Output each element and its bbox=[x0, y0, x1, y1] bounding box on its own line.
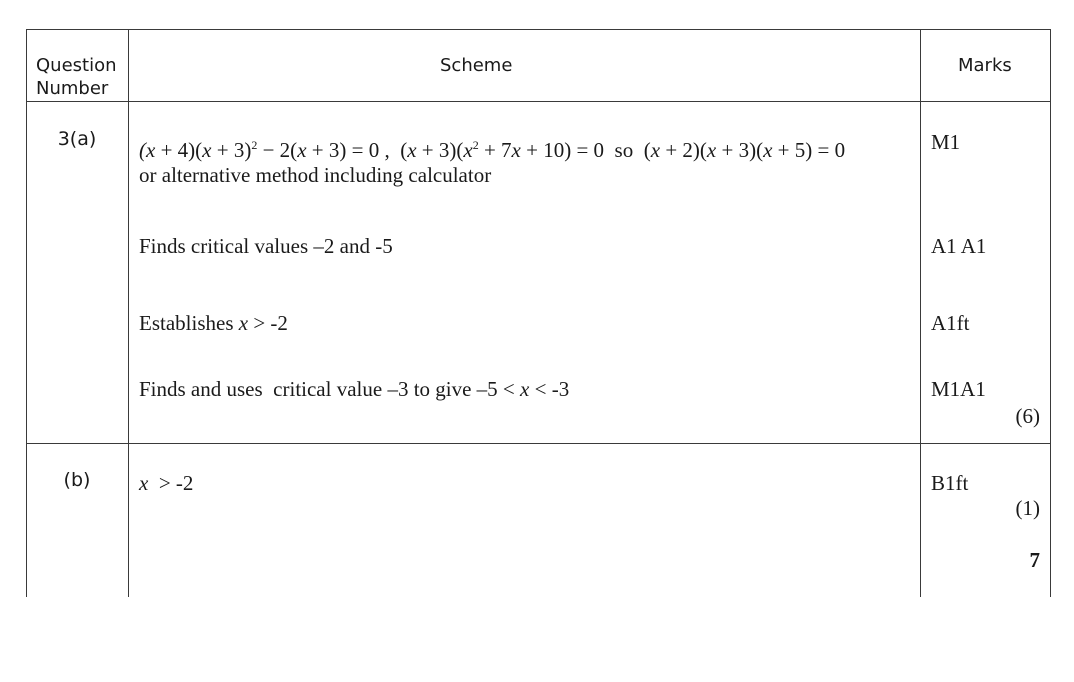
part-a-bottom-border bbox=[26, 443, 1051, 444]
part-a-label: 3(a) bbox=[57, 128, 97, 150]
mark-scheme-table: Question Number Scheme Marks 3(a) (x + 4… bbox=[0, 0, 1074, 682]
scheme-equation-line: (x + 4)(x + 3)2 − 2(x + 3) = 0 , (x + 3)… bbox=[139, 138, 846, 162]
mark-m1a1: M1A1 bbox=[931, 377, 986, 401]
part-b-label: (b) bbox=[63, 469, 91, 491]
table-right-border bbox=[1050, 29, 1051, 597]
mark-a1-a1: A1 A1 bbox=[931, 234, 987, 258]
scheme-alternative-line: or alternative method including calculat… bbox=[139, 163, 492, 187]
part-b-subtotal: (1) bbox=[1015, 496, 1041, 520]
scheme-critical-values: Finds critical values –2 and -5 bbox=[139, 234, 393, 258]
table-left-border bbox=[26, 29, 27, 597]
scheme-part-b: x > -2 bbox=[139, 471, 194, 495]
part-a-subtotal: (6) bbox=[1015, 404, 1041, 428]
table-top-border bbox=[26, 29, 1051, 30]
scheme-finds-and-uses: Finds and uses critical value –3 to give… bbox=[139, 377, 570, 401]
mark-a1ft: A1ft bbox=[931, 311, 970, 335]
mark-b1ft: B1ft bbox=[931, 471, 969, 495]
header-scheme: Scheme bbox=[440, 55, 513, 76]
header-bottom-border bbox=[26, 101, 1051, 102]
header-question-number: Question Number bbox=[36, 55, 117, 99]
scheme-establishes: Establishes x > -2 bbox=[139, 311, 288, 335]
question-column-divider bbox=[128, 29, 129, 597]
marks-column-divider bbox=[920, 29, 921, 597]
mark-m1: M1 bbox=[931, 130, 961, 154]
header-marks: Marks bbox=[958, 55, 1012, 76]
question-total: 7 bbox=[1029, 548, 1041, 572]
